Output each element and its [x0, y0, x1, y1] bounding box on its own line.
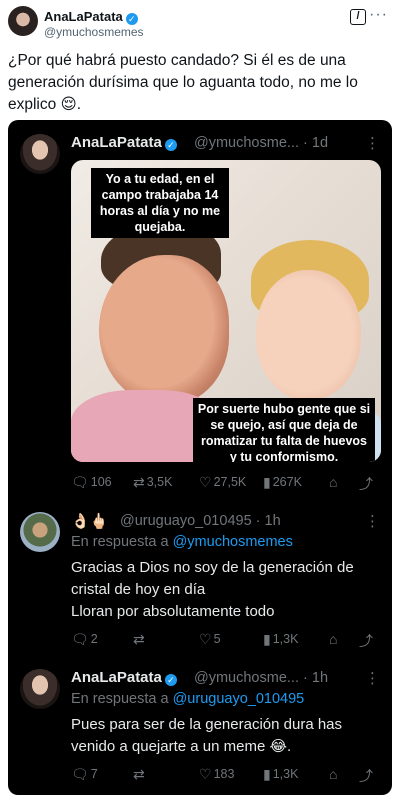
tweet-text: Gracias a Dios no soy de la generación d… [71, 557, 383, 623]
share-icon: ⤴ [359, 768, 373, 784]
author-handle-row: @ymuchosme... · 1h [194, 670, 328, 686]
verified-badge-icon: ✓ [164, 674, 177, 686]
tweet-actions: 🗨 2 ⇄ ♡ 5 ▮ 1,3K ⌂ ⤴ [71, 631, 383, 651]
separator-dot: · [303, 670, 308, 686]
reply-context: En respuesta a @uruguayo_010495 [71, 691, 304, 707]
bookmark-button[interactable]: ⌂ [329, 766, 339, 782]
share-icon: ⤴ [359, 633, 373, 649]
tweet-text-line: Lloran por absolutamente todo [71, 603, 275, 620]
bookmark-button[interactable]: ⌂ [329, 631, 339, 647]
more-options-icon[interactable]: ⋮ [365, 512, 380, 530]
author-handle[interactable]: @ymuchosmemes [44, 25, 144, 39]
author-name-text[interactable]: AnaLaPatata [71, 134, 162, 151]
author-name[interactable]: AnaLaPatata ✓ [71, 669, 177, 686]
reply-button[interactable]: 🗨 7 [71, 766, 98, 783]
author-name[interactable]: AnaLaPatata ✓ [71, 134, 177, 151]
tweet-text: ¿Por qué habrá puesto candado? Si él es … [8, 52, 358, 113]
share-button[interactable]: ⤴ [359, 766, 375, 786]
more-options-icon[interactable]: ··· [369, 6, 388, 24]
repost-button[interactable]: ⇄ [133, 631, 147, 648]
author-name-text[interactable]: AnaLaPatata [71, 669, 162, 686]
reply-context: En respuesta a @ymuchosmemes [71, 534, 293, 550]
avatar[interactable] [20, 512, 60, 552]
bookmark-icon: ⌂ [329, 631, 338, 647]
like-button[interactable]: ♡ 27,5K [199, 474, 246, 491]
author-handle-row: @ymuchosme... · 1d [194, 135, 328, 151]
repost-button[interactable]: ⇄ [133, 766, 147, 783]
tweet-actions: 🗨 7 ⇄ ♡ 183 ▮ 1,3K ⌂ ⤴ [71, 766, 383, 786]
timestamp[interactable]: 1h [312, 670, 328, 686]
more-options-icon[interactable]: ⋮ [365, 669, 380, 687]
repost-icon: ⇄ [133, 631, 145, 647]
reply-prefix: En respuesta a [71, 534, 169, 550]
views-button[interactable]: ▮ 1,3K [263, 631, 298, 648]
outer-tweet-header: AnaLaPatata ✓ @ymuchosmemes / ··· [8, 6, 392, 42]
view-count: 1,3K [272, 767, 299, 781]
meme-bottom-caption: Por suerte hubo gente que si se quejo, a… [193, 398, 375, 462]
separator-dot: · [303, 135, 308, 151]
author-handle-row: @uruguayo_010495 · 1h [120, 513, 281, 529]
heart-icon: ♡ [199, 631, 212, 647]
bookmark-button[interactable]: ⌂ [329, 474, 339, 490]
view-count: 267K [272, 475, 302, 489]
views-button[interactable]: ▮ 1,3K [263, 766, 298, 783]
views-icon: ▮ [263, 631, 271, 647]
verified-badge-icon: ✓ [125, 13, 138, 25]
repost-button[interactable]: ⇄ 3,5K [133, 474, 172, 491]
timestamp[interactable]: 1d [312, 135, 328, 151]
reply-prefix: En respuesta a [71, 691, 169, 707]
bookmark-icon: ⌂ [329, 766, 338, 782]
avatar[interactable] [20, 134, 60, 174]
views-button[interactable]: ▮ 267K [263, 474, 302, 491]
reply-count: 7 [90, 767, 98, 781]
author-handle[interactable]: @uruguayo_010495 [120, 513, 252, 529]
like-button[interactable]: ♡ 183 [199, 766, 234, 783]
share-button[interactable]: ⤴ [359, 631, 375, 651]
embedded-thread-screenshot: AnaLaPatata ✓ @ymuchosme... · 1d ⋮ Yo a t… [8, 120, 392, 795]
reply-icon: 🗨 [71, 474, 89, 490]
man-face-shape [99, 255, 229, 405]
author-handle[interactable]: @ymuchosme... [194, 135, 299, 151]
reply-count: 106 [90, 475, 112, 489]
views-icon: ▮ [263, 766, 271, 782]
verified-badge-icon: ✓ [164, 139, 177, 151]
like-button[interactable]: ♡ 5 [199, 631, 221, 648]
repost-icon: ⇄ [133, 766, 145, 782]
like-count: 5 [213, 632, 221, 646]
reply-button[interactable]: 🗨 2 [71, 631, 98, 648]
more-options-icon[interactable]: ⋮ [365, 134, 380, 152]
meme-image[interactable]: Yo a tu edad, en el campo trabajaba 14 h… [71, 160, 381, 462]
reply-icon: 🗨 [71, 766, 89, 782]
grok-icon[interactable]: / [350, 9, 366, 25]
share-icon: ⤴ [359, 476, 373, 492]
separator-dot: · [255, 513, 261, 529]
share-button[interactable]: ⤴ [359, 474, 375, 494]
author-name-text[interactable]: AnaLaPatata [44, 9, 123, 24]
bookmark-icon: ⌂ [329, 474, 338, 490]
reply-count: 2 [90, 632, 98, 646]
author-handle[interactable]: @ymuchosme... [194, 670, 299, 686]
views-icon: ▮ [263, 474, 271, 490]
tweet-text: Pues para ser de la generación dura has … [71, 716, 343, 755]
reply-icon: 🗨 [71, 631, 89, 647]
meme-top-caption: Yo a tu edad, en el campo trabajaba 14 h… [91, 168, 229, 238]
author-name[interactable]: AnaLaPatata ✓ [44, 9, 138, 25]
author-name[interactable]: 👌🏻🖕🏻 [71, 512, 108, 530]
avatar[interactable] [8, 6, 38, 36]
reply-button[interactable]: 🗨 106 [71, 474, 112, 491]
view-count: 1,3K [272, 632, 299, 646]
reply-target-link[interactable]: @ymuchosmemes [173, 534, 293, 550]
reply-target-link[interactable]: @uruguayo_010495 [173, 691, 305, 707]
heart-icon: ♡ [199, 474, 212, 490]
repost-icon: ⇄ [133, 474, 145, 490]
like-count: 27,5K [213, 475, 247, 489]
avatar[interactable] [20, 669, 60, 709]
heart-icon: ♡ [199, 766, 212, 782]
tweet-actions: 🗨 106 ⇄ 3,5K ♡ 27,5K ▮ 267K ⌂ ⤴ [71, 474, 383, 494]
tweet-text-line: Gracias a Dios no soy de la generación d… [71, 559, 354, 598]
repost-count: 3,5K [146, 475, 173, 489]
timestamp[interactable]: 1h [265, 513, 281, 529]
like-count: 183 [213, 767, 235, 781]
child-face-shape [256, 270, 361, 400]
